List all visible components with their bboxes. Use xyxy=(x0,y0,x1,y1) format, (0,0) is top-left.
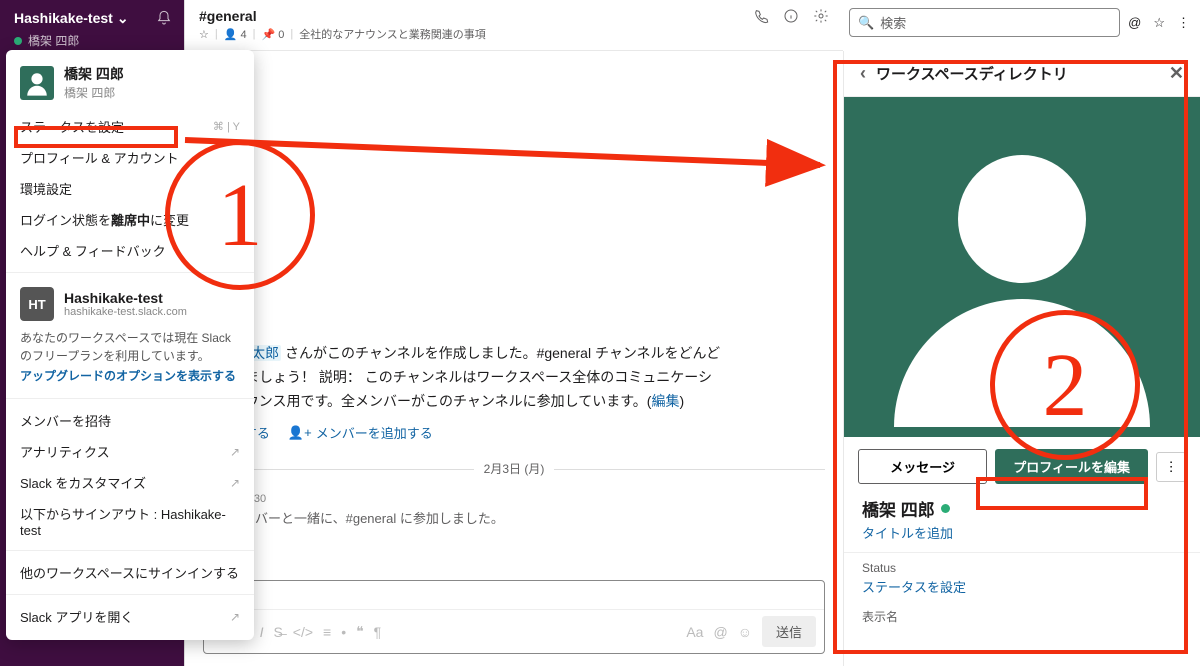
external-icon: ↗ xyxy=(230,445,240,459)
member-count[interactable]: 👤 4 xyxy=(224,28,247,41)
chevron-down-icon: ⌄ xyxy=(117,10,129,27)
send-button[interactable]: 送信 xyxy=(762,616,816,647)
menu-user-sub: 橋架 四郎 xyxy=(64,84,124,101)
presence-indicator xyxy=(941,504,950,513)
text-format-icon[interactable]: Aa xyxy=(686,624,703,640)
menu-open-app[interactable]: Slack アプリを開く↗ xyxy=(6,601,254,632)
list-ordered-icon[interactable]: ≡ xyxy=(323,624,331,640)
message-button[interactable]: メッセージ xyxy=(858,449,987,484)
info-icon[interactable] xyxy=(783,8,799,27)
message-composer[interactable]: 📎 B I S̶ </> ≡ • ❝ ¶ Aa @ ☺ xyxy=(203,580,825,654)
menu-analytics[interactable]: アナリティクス↗ xyxy=(6,436,254,467)
more-button[interactable]: ⋮ xyxy=(1156,452,1186,482)
status-label: Status xyxy=(844,561,1200,575)
main-area: #general ☆ | 👤 4 | 📌 0 | 全社的なアナウンスと業務関連の… xyxy=(184,0,1200,666)
menu-set-away[interactable]: ログイン状態を離席中に変更 xyxy=(6,204,254,235)
menu-other-workspace[interactable]: 他のワークスペースにサインインする xyxy=(6,557,254,588)
presence-indicator xyxy=(14,37,22,45)
external-icon: ↗ xyxy=(230,476,240,490)
star-icon[interactable]: ☆ xyxy=(1153,15,1165,31)
menu-signout[interactable]: 以下からサインアウト : Hashikake-test xyxy=(6,498,254,544)
menu-profile-account[interactable]: プロフィール & アカウント xyxy=(6,142,254,173)
channel-topic[interactable]: 全社的なアナウンスと業務関連の事項 xyxy=(299,26,486,42)
menu-help-feedback[interactable]: ヘルプ & フィードバック xyxy=(6,235,254,266)
search-input[interactable]: 🔍 検索 xyxy=(849,8,1120,37)
workspace-icon: HT xyxy=(20,287,54,321)
channel-header: #general ☆ | 👤 4 | 📌 0 | 全社的なアナウンスと業務関連の… xyxy=(185,0,843,51)
gear-icon[interactable] xyxy=(813,8,829,27)
user-menu: 橋架 四郎 橋架 四郎 ステータスを設定 ⌘ | Y プロフィール & アカウン… xyxy=(6,50,254,640)
panel-title: ワークスペースディレクトリ xyxy=(876,63,1068,84)
message-row: 太郎 17:30 人のメンバーと一緒に、#general に参加しました。 xyxy=(203,487,825,527)
add-title-link[interactable]: タイトルを追加 xyxy=(844,521,1200,552)
search-icon: 🔍 xyxy=(858,15,874,31)
menu-customize[interactable]: Slack をカスタマイズ↗ xyxy=(6,467,254,498)
profile-panel: ‹ ワークスペースディレクトリ ✕ メッセージ プロフィールを編集 ⋮ 橋架 四… xyxy=(843,51,1200,666)
more-icon[interactable]: ⋮ xyxy=(1177,15,1190,31)
welcome-heading: eral xyxy=(203,301,825,332)
list-bullet-icon[interactable]: • xyxy=(341,624,346,640)
menu-preferences[interactable]: 環境設定 xyxy=(6,173,254,204)
menu-ws-name: Hashikake-test xyxy=(64,290,187,306)
pin-count[interactable]: 📌 0 xyxy=(261,28,284,41)
codeblock-icon[interactable]: ¶ xyxy=(374,624,382,640)
back-icon[interactable]: ‹ xyxy=(860,63,866,84)
upgrade-link[interactable]: アップグレードのオプションを表示する xyxy=(6,365,254,392)
strike-icon[interactable]: S̶ xyxy=(273,624,282,640)
set-status-link[interactable]: ステータスを設定 xyxy=(844,575,1200,598)
date-divider: 2月3日 (月) xyxy=(203,460,825,477)
emoji-icon[interactable]: ☺ xyxy=(738,624,752,640)
star-icon[interactable]: ☆ xyxy=(199,28,209,41)
phone-icon[interactable] xyxy=(753,8,769,27)
menu-set-status[interactable]: ステータスを設定 ⌘ | Y xyxy=(6,111,254,142)
display-name-label: 表示名 xyxy=(844,608,1200,625)
mention-icon[interactable]: @ xyxy=(1128,15,1141,30)
avatar xyxy=(20,66,54,100)
quote-icon[interactable]: ❝ xyxy=(356,623,364,640)
plan-text: あなたのワークスペースでは現在 Slack のフリープランを利用しています。 xyxy=(6,325,254,365)
edit-profile-button[interactable]: プロフィールを編集 xyxy=(995,449,1148,484)
menu-invite[interactable]: メンバーを招待 xyxy=(6,405,254,436)
at-icon[interactable]: @ xyxy=(713,624,727,640)
close-icon[interactable]: ✕ xyxy=(1169,63,1184,84)
bell-icon[interactable] xyxy=(154,8,174,28)
external-icon: ↗ xyxy=(230,610,240,624)
channel-welcome: eral @橋架 太郎 さんがこのチャンネルを作成しました。#general チ… xyxy=(203,301,825,442)
add-member-action[interactable]: 👤+ メンバーを追加する xyxy=(288,423,433,442)
italic-icon[interactable]: I xyxy=(260,624,264,640)
edit-link[interactable]: 編集 xyxy=(651,393,679,409)
channel-name[interactable]: #general xyxy=(199,8,486,24)
code-icon[interactable]: </> xyxy=(293,624,313,640)
profile-name: 橋架 四郎 xyxy=(844,496,1200,521)
menu-user-name: 橋架 四郎 xyxy=(64,64,124,84)
menu-ws-url: hashikake-test.slack.com xyxy=(64,306,187,318)
workspace-name[interactable]: Hashikake-test ⌄ xyxy=(14,10,129,27)
profile-avatar xyxy=(844,97,1200,437)
